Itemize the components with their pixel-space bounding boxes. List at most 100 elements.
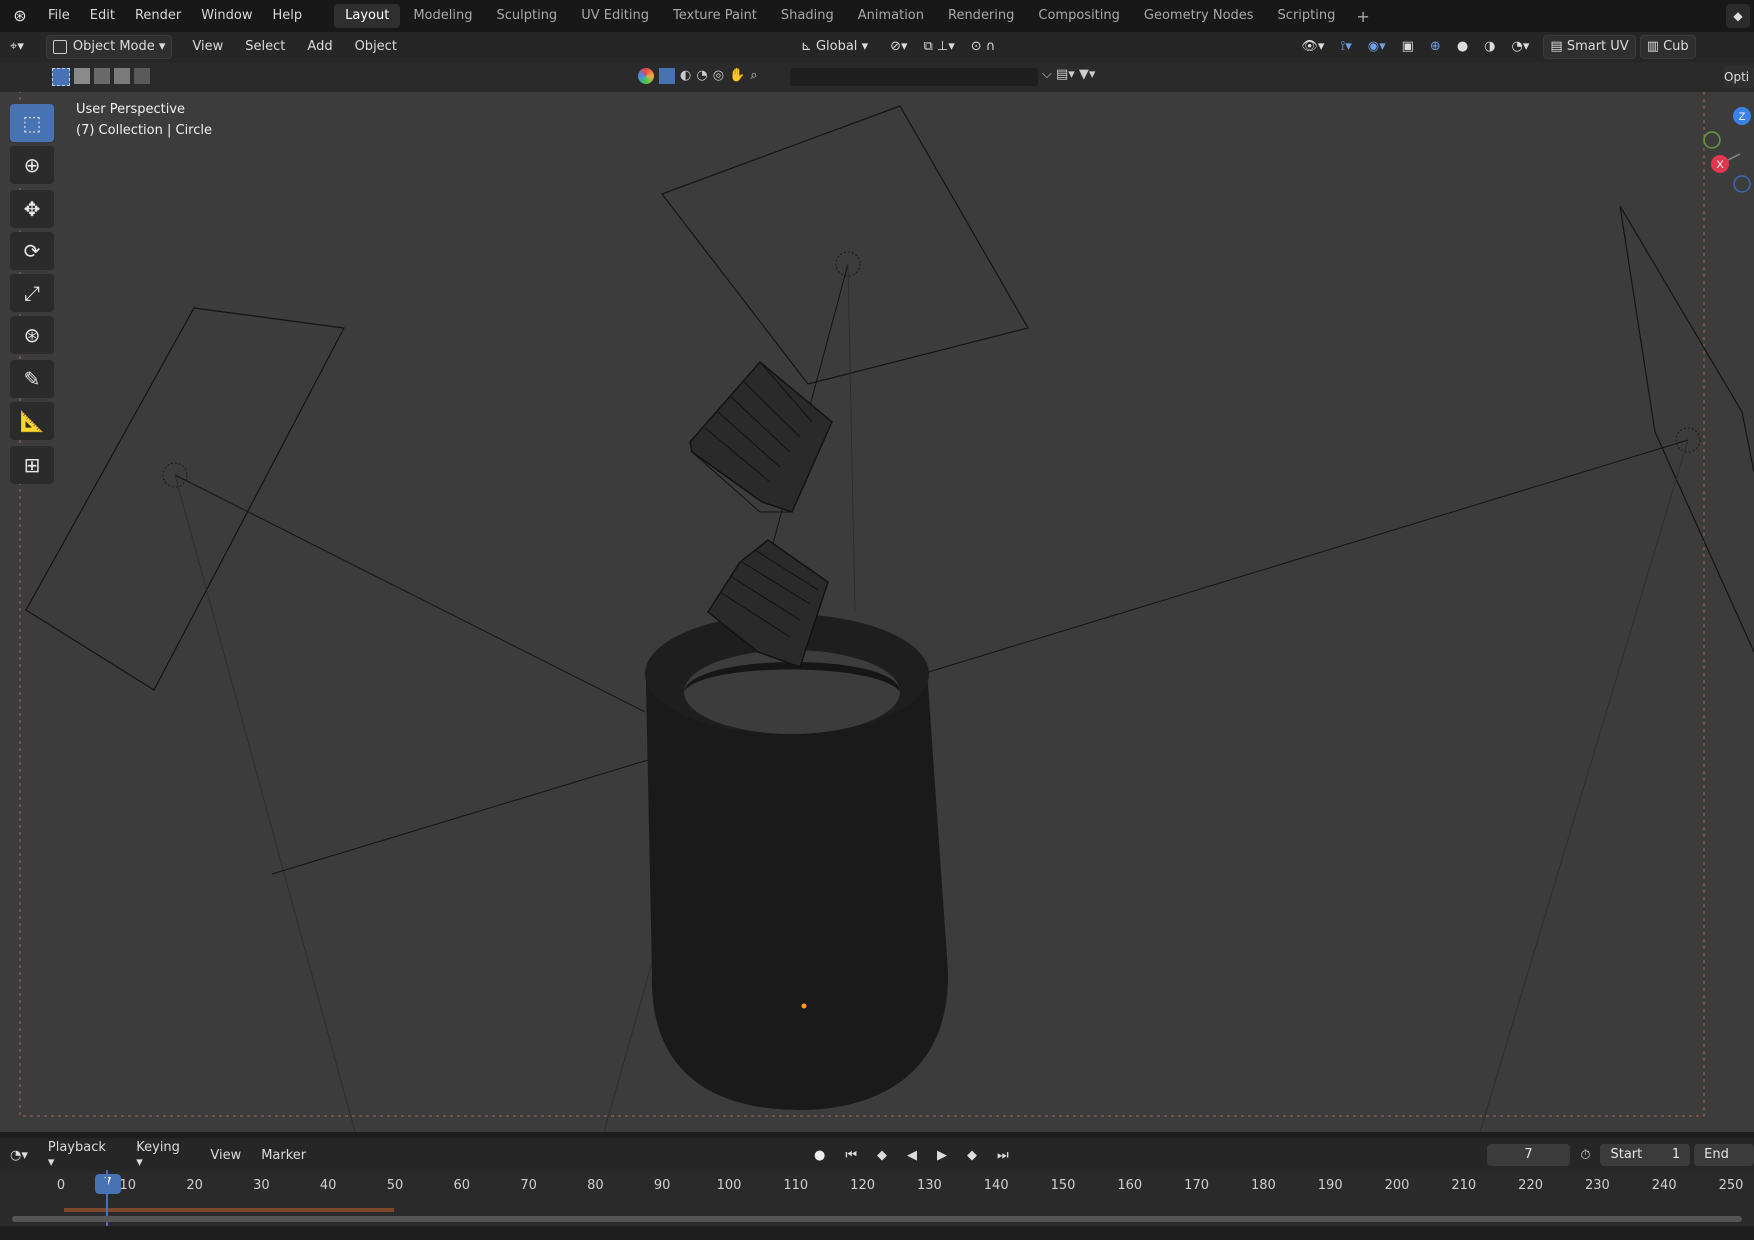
timeline-tick-label: 220 — [1518, 1178, 1544, 1193]
select-invert-icon[interactable] — [114, 68, 130, 84]
mesh-filter-icon[interactable]: ◐ — [680, 68, 691, 84]
area-light-right[interactable] — [1619, 205, 1754, 653]
area-light-top[interactable] — [661, 105, 1029, 385]
color-wheel-icon[interactable] — [638, 68, 654, 84]
jump-start-icon[interactable]: ⏮ — [835, 1148, 867, 1163]
stopwatch-icon[interactable]: ⏱ — [1570, 1148, 1600, 1163]
timeline-ruler[interactable]: 0 10 20 30 40 50 60 70 80 90 100 110 120 130 140 150 160… — [0, 1172, 1754, 1200]
menu-playback[interactable]: Playback ▾ — [38, 1140, 126, 1170]
timeline-tick-label: 0 — [56, 1178, 66, 1193]
tab-uv-editing[interactable]: UV Editing — [570, 4, 660, 28]
search-input[interactable] — [790, 68, 1038, 86]
scale-tool[interactable]: ⤢ — [10, 274, 54, 312]
3d-viewport[interactable]: Z X User Perspective (7) Collection | Ci… — [0, 92, 1754, 1132]
move-tool[interactable]: ✥ — [10, 190, 54, 228]
add-cube-tool[interactable]: ⊞ — [10, 446, 54, 484]
annotate-tool[interactable]: ✎ — [10, 360, 54, 398]
gizmo-x-label: X — [1716, 159, 1724, 171]
3d-cursor-icon: ⊕ — [23, 153, 41, 177]
viewport-scene[interactable]: Z X — [0, 92, 1754, 1132]
menu-render[interactable]: Render — [125, 0, 191, 32]
shading-rendered-icon[interactable]: ◔▾ — [1506, 36, 1536, 58]
gizmo-toggle-icon[interactable]: ⟟▾ — [1334, 36, 1357, 58]
annotate-icon: ✎ — [23, 367, 41, 391]
pivot-icon[interactable]: ⊘▾ — [884, 36, 913, 58]
transform-icon: ⊛ — [23, 323, 41, 347]
tab-geometry-nodes[interactable]: Geometry Nodes — [1133, 4, 1265, 28]
menu-add[interactable]: Add — [301, 36, 338, 58]
timeline-scrollbar[interactable] — [12, 1216, 1742, 1222]
editor-type-icon[interactable]: ⌖▾ — [4, 36, 30, 58]
menu-timeline-view[interactable]: View — [200, 1148, 251, 1163]
area-light-left[interactable] — [25, 307, 345, 691]
menu-select[interactable]: Select — [239, 36, 291, 58]
measure-icon: 📐 — [19, 409, 45, 433]
options-button[interactable]: Opti — [1724, 66, 1754, 88]
timeline-editor-icon[interactable]: ◔▾ — [0, 1148, 38, 1163]
menu-window[interactable]: Window — [191, 0, 262, 32]
select-extend-icon[interactable] — [74, 68, 90, 84]
navigation-gizmo[interactable]: Z X — [1703, 107, 1751, 193]
tab-rendering[interactable]: Rendering — [937, 4, 1025, 28]
tab-layout[interactable]: Layout — [334, 4, 401, 28]
overlay-toggle-icon[interactable]: ◉▾ — [1362, 36, 1392, 58]
timeline-track[interactable] — [0, 1170, 1754, 1226]
select-intersect-icon[interactable] — [134, 68, 150, 84]
visibility-icon[interactable]: 👁▾ — [1295, 36, 1330, 58]
select-box-tool[interactable]: ⬚ — [10, 104, 54, 142]
filter-dropdown-icons[interactable]: ⌵ ▤▾ ▼▾ — [1042, 67, 1095, 82]
tab-modeling[interactable]: Modeling — [402, 4, 483, 28]
shading-material-icon[interactable]: ◑ — [1478, 36, 1501, 58]
tab-shading[interactable]: Shading — [770, 4, 845, 28]
shading-solid-icon[interactable]: ● — [1451, 36, 1474, 58]
proportional-edit-icon[interactable]: ⊙ ∩ — [965, 36, 1002, 58]
transform-tool[interactable]: ⊛ — [10, 316, 54, 354]
scene-icon[interactable]: ◆ — [1726, 4, 1750, 28]
play-icon[interactable]: ▶ — [927, 1148, 957, 1163]
cube-button[interactable]: ▥ Cub — [1639, 35, 1696, 59]
gizmo-y-neg-icon[interactable] — [1703, 131, 1721, 149]
menu-object[interactable]: Object — [349, 36, 403, 58]
hand-icon[interactable]: ✋ — [729, 68, 745, 84]
select-new-icon[interactable] — [52, 68, 70, 86]
timeline-tick-label: 90 — [653, 1178, 671, 1193]
wire-cube-upper[interactable] — [689, 361, 833, 513]
jump-end-icon[interactable]: ⏭ — [987, 1148, 1019, 1163]
tab-scripting[interactable]: Scripting — [1267, 4, 1347, 28]
tab-animation[interactable]: Animation — [847, 4, 935, 28]
current-frame-field[interactable]: 7 — [1486, 1144, 1571, 1166]
object-filter-icon[interactable] — [659, 68, 675, 84]
light-filter-icon[interactable]: ◔ — [696, 68, 707, 84]
jump-keyframe-back-icon[interactable]: ◆ — [867, 1148, 897, 1163]
blender-logo-icon[interactable]: ⊛ — [10, 6, 30, 26]
menu-view[interactable]: View — [186, 36, 229, 58]
menu-edit[interactable]: Edit — [80, 0, 125, 32]
end-frame-field[interactable]: End — [1694, 1144, 1754, 1166]
mode-selector[interactable]: Object Mode ▾ — [45, 35, 173, 59]
gizmo-z-neg-icon[interactable] — [1733, 175, 1751, 193]
snap-icon[interactable]: ⧉ ⊥▾ — [918, 36, 961, 58]
select-mode-icons[interactable] — [52, 68, 150, 86]
orientation-selector[interactable]: ⊾ Global ▾ — [795, 36, 874, 58]
add-workspace-button[interactable]: + — [1348, 7, 1377, 26]
rotate-tool[interactable]: ⟳ — [10, 232, 54, 270]
menu-help[interactable]: Help — [263, 0, 313, 32]
smart-uv-button[interactable]: ▤ Smart UV — [1543, 35, 1636, 59]
record-icon[interactable]: ● — [804, 1148, 835, 1163]
menu-marker[interactable]: Marker — [251, 1148, 316, 1163]
menu-keying[interactable]: Keying ▾ — [126, 1140, 200, 1170]
start-frame-field[interactable]: Start 1 — [1600, 1144, 1691, 1166]
measure-tool[interactable]: 📐 — [10, 402, 54, 440]
play-reverse-icon[interactable]: ◀ — [897, 1148, 927, 1163]
tab-compositing[interactable]: Compositing — [1027, 4, 1131, 28]
tab-sculpting[interactable]: Sculpting — [485, 4, 568, 28]
xray-icon[interactable]: ▣ — [1396, 36, 1420, 58]
tab-texture-paint[interactable]: Texture Paint — [662, 4, 768, 28]
menu-file[interactable]: File — [38, 0, 80, 32]
shading-wireframe-icon[interactable]: ⊕ — [1424, 36, 1447, 58]
light-direction-right — [921, 439, 1689, 675]
cursor-tool[interactable]: ⊕ — [10, 146, 54, 184]
jump-keyframe-forward-icon[interactable]: ◆ — [957, 1148, 987, 1163]
select-subtract-icon[interactable] — [94, 68, 110, 84]
camera-filter-icon[interactable]: ◎ — [713, 68, 724, 84]
